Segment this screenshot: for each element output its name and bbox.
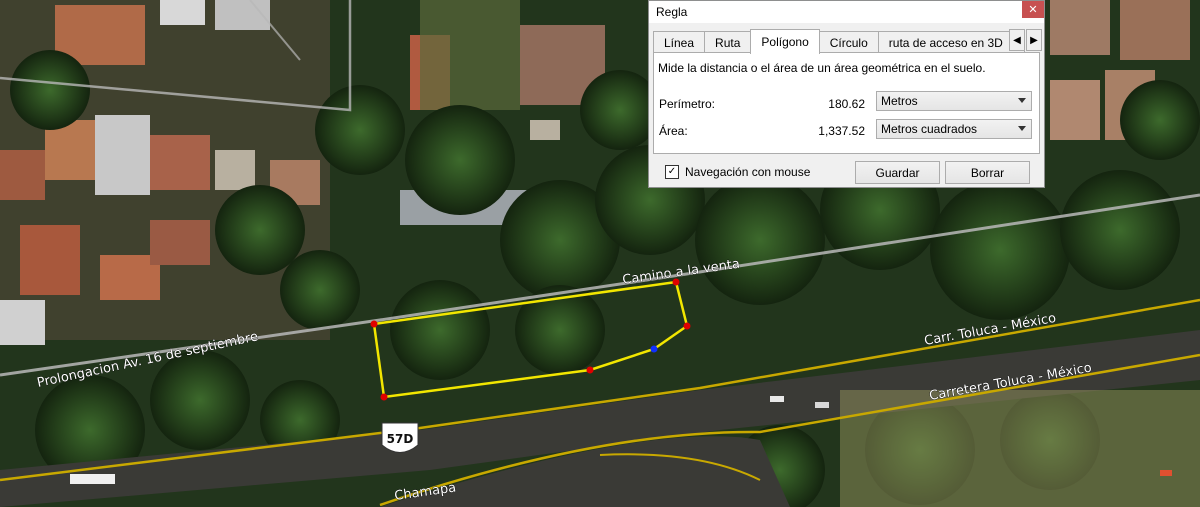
clear-button[interactable]: Borrar: [945, 161, 1030, 184]
vehicle: [815, 402, 829, 408]
save-button[interactable]: Guardar: [855, 161, 940, 184]
svg-text:57D: 57D: [387, 432, 414, 446]
tab-ruta-3d[interactable]: ruta de acceso en 3D: [877, 31, 1025, 54]
mouse-nav-label: Navegación con mouse: [685, 165, 811, 179]
area-value: 1,337.52: [818, 124, 865, 138]
highway-shield-icon: 57D: [381, 422, 419, 453]
tab-linea[interactable]: Línea: [653, 31, 706, 54]
dialog-title: Regla: [656, 5, 688, 19]
ruler-dialog: Regla ✕ Línea Ruta Polígono Círculo ruta…: [648, 0, 1045, 188]
area-unit-select[interactable]: Metros cuadrados: [876, 119, 1032, 139]
close-button[interactable]: ✕: [1022, 1, 1044, 18]
panel-description: Mide la distancia o el área de un área g…: [658, 61, 986, 75]
vehicle: [1160, 470, 1172, 476]
dialog-titlebar[interactable]: Regla ✕: [649, 1, 1044, 23]
chevron-down-icon: [1018, 126, 1026, 131]
polygon-vertex[interactable]: [370, 320, 378, 328]
tab-poligono[interactable]: Polígono: [750, 29, 820, 54]
area-label: Área:: [659, 124, 688, 138]
polygon-vertex[interactable]: [683, 322, 691, 330]
polygon-midpoint[interactable]: [650, 345, 658, 353]
vehicle: [70, 474, 115, 484]
tab-bar: Línea Ruta Polígono Círculo ruta de acce…: [653, 29, 1025, 54]
mouse-nav-option[interactable]: ✓ Navegación con mouse: [665, 165, 810, 179]
tab-ruta[interactable]: Ruta: [704, 31, 752, 54]
polygon-vertex[interactable]: [380, 393, 388, 401]
perimeter-label: Perímetro:: [659, 97, 716, 111]
area-unit: Metros cuadrados: [881, 122, 978, 136]
chevron-down-icon: [1018, 98, 1026, 103]
tab-scroll-right-icon[interactable]: ▶: [1026, 29, 1042, 51]
perimeter-unit: Metros: [881, 94, 918, 108]
polygon-vertex[interactable]: [586, 366, 594, 374]
tab-scroll-left-icon[interactable]: ◀: [1009, 29, 1025, 51]
polygon-panel: Mide la distancia o el área de un área g…: [653, 52, 1040, 154]
perimeter-unit-select[interactable]: Metros: [876, 91, 1032, 111]
close-icon: ✕: [1028, 4, 1038, 16]
lawn: [420, 0, 520, 110]
tab-circulo[interactable]: Círculo: [818, 31, 879, 54]
vehicle: [770, 396, 784, 402]
polygon-vertex[interactable]: [672, 278, 680, 286]
perimeter-value: 180.62: [828, 97, 865, 111]
mouse-nav-checkbox[interactable]: ✓: [665, 165, 679, 179]
